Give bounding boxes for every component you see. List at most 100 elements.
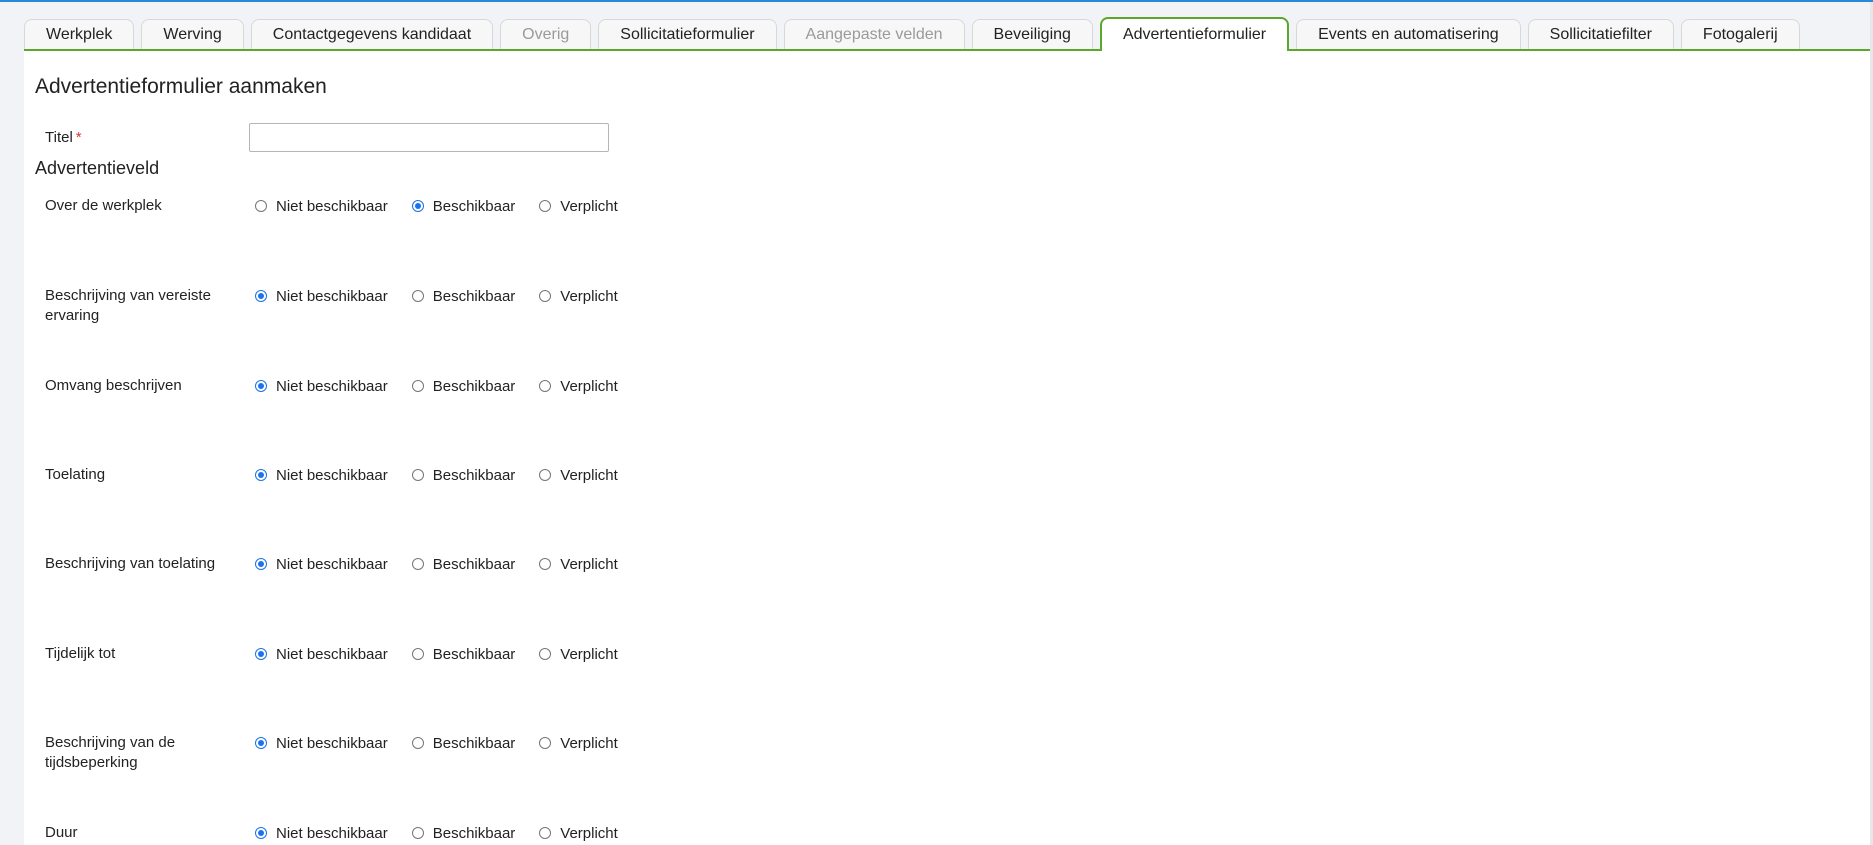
radio-option-verplicht[interactable]: Verplicht bbox=[539, 825, 618, 842]
tab-events-en-automatisering[interactable]: Events en automatisering bbox=[1296, 19, 1521, 50]
radio-option-niet-beschikbaar[interactable]: Niet beschikbaar bbox=[255, 556, 388, 573]
titel-label-text: Titel bbox=[45, 129, 73, 146]
radio-option-beschikbaar[interactable]: Beschikbaar bbox=[411, 197, 516, 215]
radio-option-label: Niet beschikbaar bbox=[276, 824, 388, 842]
radio-button[interactable] bbox=[255, 558, 267, 570]
radio-button[interactable] bbox=[411, 827, 424, 839]
tab-werving[interactable]: Werving bbox=[141, 19, 244, 50]
radio-button[interactable] bbox=[255, 290, 267, 302]
tab-sollicitatieformulier[interactable]: Sollicitatieformulier bbox=[598, 19, 777, 50]
titel-label: Titel * bbox=[45, 128, 82, 148]
radio-option-label: Niet beschikbaar bbox=[276, 197, 388, 215]
radio-option-niet-beschikbaar[interactable]: Niet beschikbaar bbox=[255, 825, 388, 842]
tab-label: Advertentieformulier bbox=[1122, 25, 1267, 43]
field-label: Tijdelijk tot bbox=[45, 645, 116, 662]
radio-button[interactable] bbox=[539, 558, 552, 570]
radio-button[interactable] bbox=[255, 200, 267, 212]
radio-option-label: Beschikbaar bbox=[432, 555, 516, 573]
radio-button[interactable] bbox=[411, 290, 424, 302]
radio-button[interactable] bbox=[411, 737, 424, 749]
required-marker: * bbox=[75, 129, 82, 146]
radio-option-beschikbaar[interactable]: Beschikbaar bbox=[411, 646, 515, 663]
radio-button[interactable] bbox=[255, 380, 267, 392]
section-title: Advertentieveld bbox=[35, 158, 160, 178]
tab-contactgegevens-kandidaat[interactable]: Contactgegevens kandidaat bbox=[250, 19, 494, 50]
radio-option-beschikbaar[interactable]: Beschikbaar bbox=[411, 555, 516, 573]
radio-button[interactable] bbox=[411, 380, 424, 392]
radio-button[interactable] bbox=[539, 469, 552, 481]
radio-button[interactable] bbox=[255, 737, 267, 749]
radio-option-verplicht[interactable]: Verplicht bbox=[539, 378, 618, 395]
tab-label: Beveiliging bbox=[993, 26, 1071, 43]
radio-button[interactable] bbox=[255, 469, 267, 481]
radio-option-niet-beschikbaar[interactable]: Niet beschikbaar bbox=[255, 467, 388, 484]
radio-group: Niet beschikbaar Beschikbaar Verplicht bbox=[255, 195, 642, 217]
radio-option-beschikbaar[interactable]: Beschikbaar bbox=[411, 377, 516, 395]
radio-option-label: Niet beschikbaar bbox=[276, 287, 388, 305]
radio-button[interactable] bbox=[539, 290, 552, 302]
radio-option-niet-beschikbaar[interactable]: Niet beschikbaar bbox=[255, 646, 388, 663]
tab-label: Werving bbox=[163, 26, 222, 43]
field-label: Omvang beschrijven bbox=[45, 377, 182, 394]
radio-button[interactable] bbox=[411, 648, 424, 660]
radio-button[interactable] bbox=[255, 648, 267, 660]
radio-option-label: Beschikbaar bbox=[432, 377, 516, 395]
field-label: Beschrijving van vereiste ervaring bbox=[45, 287, 211, 324]
radio-button[interactable] bbox=[411, 558, 424, 570]
radio-button[interactable] bbox=[539, 648, 552, 660]
tab-label: Sollicitatiefilter bbox=[1549, 26, 1652, 43]
radio-button[interactable] bbox=[411, 200, 424, 212]
tab-label: Events en automatisering bbox=[1318, 26, 1499, 43]
field-label: Beschrijving van toelating bbox=[45, 555, 216, 572]
radio-button[interactable] bbox=[539, 737, 552, 749]
radio-option-niet-beschikbaar[interactable]: Niet beschikbaar bbox=[255, 288, 388, 305]
radio-option-label: Beschikbaar bbox=[432, 824, 516, 842]
radio-group: Niet beschikbaar Beschikbaar Verplicht bbox=[255, 375, 642, 397]
radio-option-label: Beschikbaar bbox=[432, 287, 516, 305]
tab-beveiliging[interactable]: Beveiliging bbox=[971, 19, 1093, 50]
field-label: Duur bbox=[45, 824, 78, 841]
page-title: Advertentieformulier aanmaken bbox=[35, 75, 327, 98]
titel-input[interactable] bbox=[249, 123, 609, 152]
tab-label: Overig bbox=[522, 26, 570, 43]
radio-option-label: Beschikbaar bbox=[432, 197, 516, 215]
radio-button[interactable] bbox=[539, 200, 552, 212]
radio-option-label: Niet beschikbaar bbox=[276, 377, 388, 395]
radio-option-verplicht[interactable]: Verplicht bbox=[539, 735, 618, 752]
radio-button[interactable] bbox=[411, 469, 424, 481]
radio-option-niet-beschikbaar[interactable]: Niet beschikbaar bbox=[255, 378, 388, 395]
radio-option-beschikbaar[interactable]: Beschikbaar bbox=[411, 467, 515, 484]
tab-label: Werkplek bbox=[46, 26, 113, 43]
radio-group: Niet beschikbaar Beschikbaar Verplicht bbox=[255, 553, 642, 575]
tab-fotogalerij[interactable]: Fotogalerij bbox=[1680, 19, 1800, 50]
radio-option-verplicht[interactable]: Verplicht bbox=[539, 556, 618, 573]
tab-label: Fotogalerij bbox=[1702, 26, 1778, 43]
radio-option-beschikbaar[interactable]: Beschikbaar bbox=[411, 824, 516, 842]
radio-option-label: Niet beschikbaar bbox=[276, 734, 388, 752]
radio-button[interactable] bbox=[539, 380, 552, 392]
radio-option-beschikbaar[interactable]: Beschikbaar bbox=[411, 287, 516, 305]
radio-option-label: Niet beschikbaar bbox=[276, 555, 388, 573]
radio-option-verplicht[interactable]: Verplicht bbox=[539, 288, 618, 305]
radio-option-label: Beschikbaar bbox=[432, 734, 516, 752]
tab-sollicitatiefilter[interactable]: Sollicitatiefilter bbox=[1527, 19, 1674, 50]
radio-button[interactable] bbox=[539, 827, 552, 839]
radio-option-verplicht[interactable]: Verplicht bbox=[539, 198, 618, 215]
radio-option-beschikbaar[interactable]: Beschikbaar bbox=[411, 734, 516, 752]
radio-option-verplicht[interactable]: Verplicht bbox=[539, 467, 618, 484]
radio-option-niet-beschikbaar[interactable]: Niet beschikbaar bbox=[255, 735, 388, 752]
radio-option-niet-beschikbaar[interactable]: Niet beschikbaar bbox=[255, 198, 388, 215]
field-label: Beschrijving van de tijdsbeperking bbox=[45, 734, 176, 771]
tab-advertentieformulier[interactable]: Advertentieformulier bbox=[1099, 17, 1290, 52]
field-label: Toelating bbox=[45, 466, 106, 483]
radio-option-label: Niet beschikbaar bbox=[276, 645, 388, 663]
field-label: Over de werkplek bbox=[45, 197, 162, 214]
radio-button[interactable] bbox=[255, 827, 267, 839]
radio-option-label: Verplicht bbox=[560, 824, 618, 842]
tab-overig: Overig bbox=[500, 19, 592, 50]
radio-group: Niet beschikbaar Beschikbaar Verplicht bbox=[255, 732, 642, 754]
radio-option-verplicht[interactable]: Verplicht bbox=[539, 646, 618, 663]
radio-option-label: Verplicht bbox=[560, 466, 618, 484]
tab-werkplek[interactable]: Werkplek bbox=[24, 19, 135, 50]
radio-group: Niet beschikbaar Beschikbaar Verplicht bbox=[255, 464, 642, 486]
